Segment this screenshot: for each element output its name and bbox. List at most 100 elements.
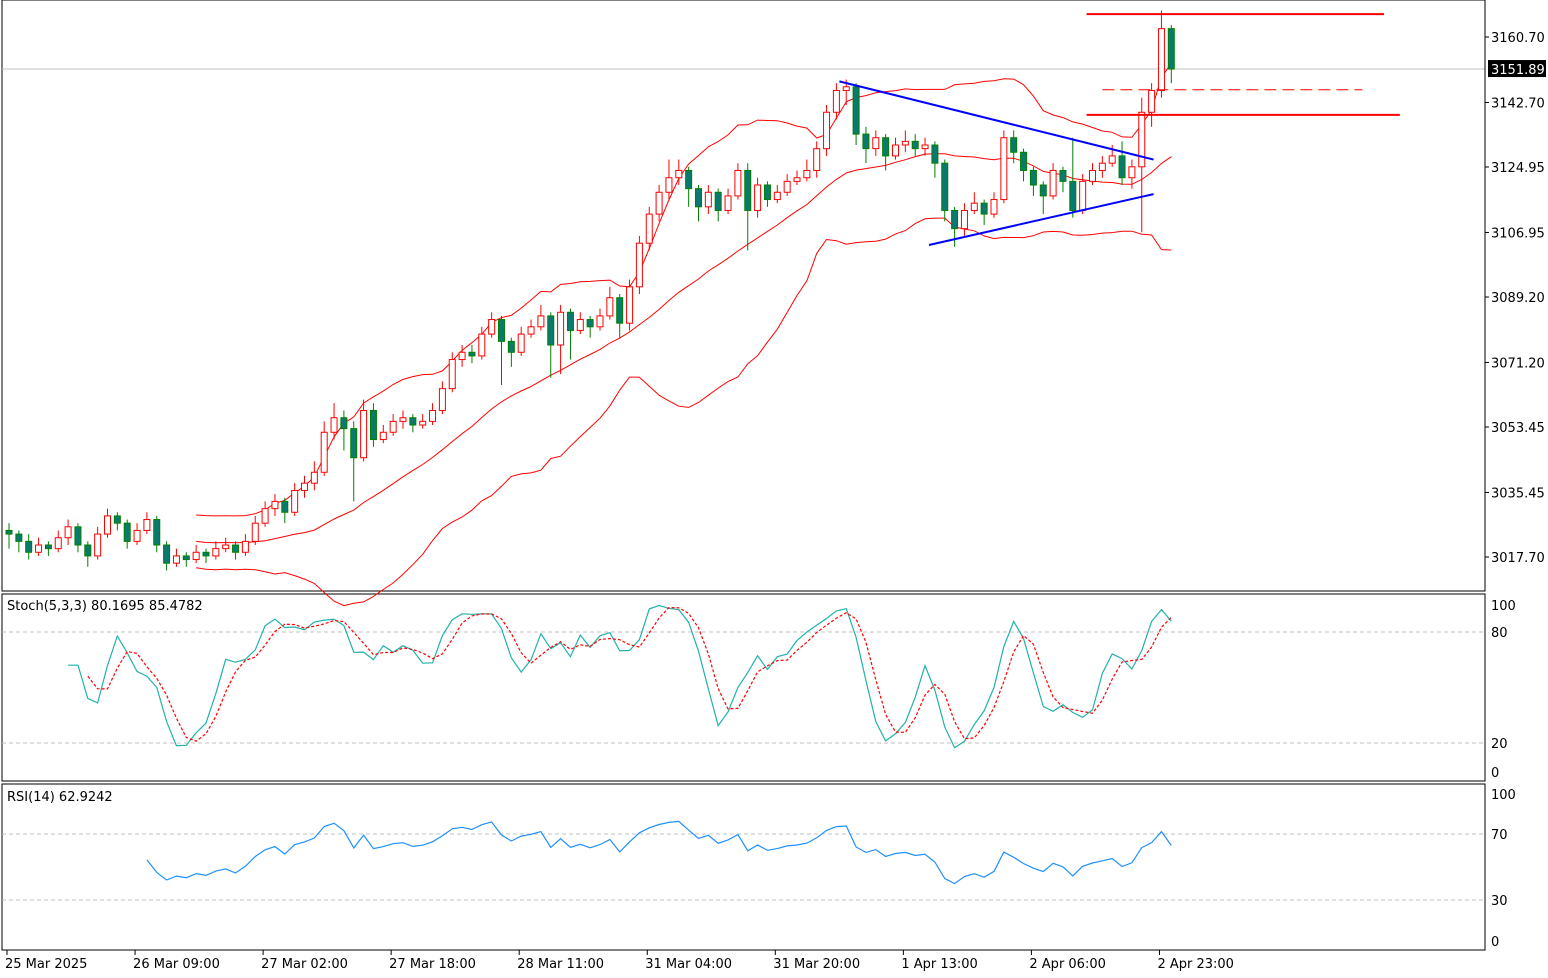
bull-candle-body bbox=[626, 286, 634, 324]
bull-candle-body bbox=[1079, 180, 1087, 211]
time-tick-label: 27 Mar 02:00 bbox=[261, 957, 348, 972]
bull-candle-body bbox=[1089, 169, 1096, 182]
time-tick-label: 2 Apr 06:00 bbox=[1029, 957, 1106, 972]
bull-candle-body bbox=[842, 86, 850, 91]
bull-candle-body bbox=[1049, 169, 1057, 197]
bull-candle-body bbox=[330, 417, 338, 433]
bull-candle-body bbox=[360, 409, 368, 459]
time-tick-label: 25 Mar 2025 bbox=[5, 957, 87, 972]
current-price-label: 3151.89 bbox=[1491, 63, 1545, 78]
bull-candle-body bbox=[448, 359, 456, 390]
bear-candle-body bbox=[350, 428, 358, 459]
bull-candle-body bbox=[104, 515, 111, 535]
bull-candle-body bbox=[645, 213, 653, 244]
bull-candle-body bbox=[1108, 155, 1116, 164]
bull-candle-body bbox=[1000, 137, 1008, 201]
bull-candle-body bbox=[901, 140, 909, 146]
bull-candle-body bbox=[724, 195, 732, 211]
stoch-tick-label: 80 bbox=[1491, 626, 1508, 641]
bull-candle-body bbox=[1157, 28, 1165, 91]
bull-candle-body bbox=[970, 202, 978, 211]
bear-candle-body bbox=[1039, 184, 1047, 197]
bull-candle-body bbox=[143, 519, 151, 531]
bear-candle-body bbox=[714, 191, 722, 211]
bear-candle-body bbox=[763, 184, 771, 201]
price-tick-label: 3071.20 bbox=[1491, 356, 1545, 371]
stoch-tick-label: 20 bbox=[1491, 737, 1508, 752]
bull-candle-body bbox=[133, 529, 141, 542]
bull-candle-body bbox=[517, 333, 525, 353]
candle bbox=[1000, 130, 1008, 204]
bear-candle-body bbox=[232, 544, 240, 553]
bull-candle-body bbox=[458, 351, 466, 361]
bull-candle-body bbox=[557, 311, 565, 346]
bull-candle-body bbox=[488, 319, 496, 335]
time-tick-label: 26 Mar 09:00 bbox=[133, 957, 220, 972]
bear-candle-body bbox=[941, 162, 949, 211]
stoch-tick-label: 100 bbox=[1491, 599, 1516, 614]
bear-candle-body bbox=[911, 140, 919, 150]
bear-candle-body bbox=[685, 169, 693, 190]
bear-candle-body bbox=[44, 544, 52, 550]
bull-candle-body bbox=[803, 169, 811, 179]
bull-candle-body bbox=[399, 417, 407, 422]
bear-candle-body bbox=[980, 202, 988, 215]
bull-candle-body bbox=[379, 431, 387, 441]
bull-candle-body bbox=[212, 548, 220, 557]
bull-candle-body bbox=[665, 177, 673, 193]
bear-candle-body bbox=[498, 319, 505, 342]
bull-candle-body bbox=[320, 431, 328, 473]
candle bbox=[635, 235, 643, 295]
bear-candle-body bbox=[744, 169, 752, 211]
bear-candle-body bbox=[281, 500, 289, 513]
bull-candle-body bbox=[35, 544, 43, 553]
bear-candle-body bbox=[113, 515, 121, 524]
bull-candle-body bbox=[892, 144, 899, 157]
bull-candle-body bbox=[793, 177, 801, 182]
rsi-tick-label: 70 bbox=[1491, 828, 1508, 843]
bear-candle-body bbox=[1010, 137, 1018, 153]
bear-candle-body bbox=[182, 555, 190, 561]
bull-candle-body bbox=[241, 540, 249, 553]
bull-candle-body bbox=[1138, 111, 1146, 168]
bear-candle-body bbox=[369, 409, 377, 441]
bear-candle-body bbox=[931, 144, 939, 164]
bull-candle-body bbox=[419, 420, 427, 426]
bull-candle-body bbox=[675, 169, 683, 179]
price-tick-label: 3053.45 bbox=[1491, 421, 1545, 436]
bull-candle-body bbox=[271, 500, 279, 510]
bull-candle-body bbox=[389, 420, 397, 433]
bull-candle-body bbox=[429, 409, 437, 422]
bear-candle-body bbox=[1059, 169, 1067, 182]
bear-candle-body bbox=[616, 297, 624, 324]
bull-candle-body bbox=[310, 471, 318, 484]
bull-candle-body bbox=[94, 533, 102, 557]
bull-candle-body bbox=[635, 242, 643, 288]
time-tick-label: 27 Mar 18:00 bbox=[389, 957, 476, 972]
bear-candle-body bbox=[566, 311, 574, 331]
bear-candle-body bbox=[163, 544, 171, 564]
bull-candle-body bbox=[596, 315, 604, 328]
bull-candle-body bbox=[251, 522, 259, 542]
price-tick-label: 3017.70 bbox=[1491, 551, 1545, 566]
bear-candle-body bbox=[862, 133, 870, 150]
bear-candle-body bbox=[409, 417, 417, 426]
price-tick-label: 3124.95 bbox=[1491, 161, 1545, 176]
bull-candle-body bbox=[192, 551, 200, 561]
bear-candle-body bbox=[547, 315, 555, 346]
bull-candle-body bbox=[537, 315, 545, 328]
bull-candle-body bbox=[1128, 166, 1136, 179]
bull-candle-body bbox=[576, 319, 584, 331]
stoch-tick-label: 0 bbox=[1491, 766, 1499, 781]
bull-candle-body bbox=[990, 199, 998, 215]
price-tick-label: 3106.95 bbox=[1491, 226, 1545, 241]
bull-candle-body bbox=[438, 388, 446, 411]
stochastic-title: Stoch(5,3,3) 80.1695 85.4782 bbox=[7, 599, 203, 614]
bull-candle-body bbox=[1148, 89, 1156, 113]
bear-candle-body bbox=[586, 319, 594, 328]
bull-candle-body bbox=[478, 333, 486, 357]
trading-chart[interactable]: 3160.70 3142.70 3124.95 3106.95 3089.20 3071.… bbox=[0, 0, 1548, 978]
bear-candle-body bbox=[695, 188, 702, 208]
bull-candle-body bbox=[606, 297, 614, 317]
price-tick-label: 3160.70 bbox=[1491, 31, 1545, 46]
